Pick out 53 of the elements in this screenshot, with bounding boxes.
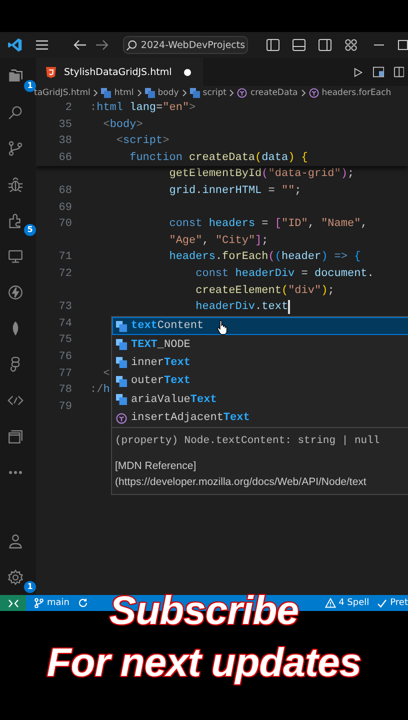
doc-signature: (property) Node.textContent: string | null <box>115 434 381 450</box>
line-number: 66 <box>58 150 72 166</box>
breadcrumb-item[interactable]: html <box>101 88 134 98</box>
overlay-caption: For next updates <box>46 640 362 687</box>
line-number: 75 <box>58 333 72 348</box>
code-line: grid.innerHTML = ""; <box>169 184 302 199</box>
branch-status[interactable]: main <box>34 598 70 608</box>
line-number: 68 <box>58 184 72 199</box>
suggestion-item[interactable]: outerText <box>112 372 408 391</box>
spell-status[interactable]: 4 Spell <box>324 598 370 608</box>
code-line: const headers = ["ID", "Name", <box>169 217 368 232</box>
line-number: 71 <box>58 250 72 266</box>
formatter-status[interactable]: Pret <box>377 598 408 608</box>
breadcrumb-item[interactable]: body <box>144 88 179 98</box>
code-line: <script> <box>116 134 170 150</box>
breadcrumb-item[interactable]: createData <box>237 88 298 98</box>
code-line: :html lang="en"> <box>90 101 196 116</box>
breadcrumb-item[interactable]: taGridJS.html <box>34 88 90 98</box>
code-line: getElementById("data-grid"); <box>169 167 354 182</box>
search-field[interactable]: 2024-WebDevProjects <box>123 36 248 54</box>
line-number: 69 <box>58 200 72 216</box>
suggestion-item[interactable]: textContent <box>112 317 408 336</box>
count-badge: 5 <box>24 224 36 236</box>
code-line: function createData(data) { <box>130 150 308 166</box>
code-line: const headerDiv = document. <box>196 266 374 282</box>
suggestion-item[interactable]: insertAdjacentText <box>112 408 408 428</box>
line-number: 79 <box>58 400 72 415</box>
line-number: 35 <box>58 118 72 133</box>
suggestion-item[interactable]: TEXT_NODE <box>112 335 408 354</box>
code-line: "Age", "City"]; <box>169 234 268 249</box>
line-number: 74 <box>58 316 72 332</box>
code-line: createElement("div"); <box>196 284 334 299</box>
suggestion-item[interactable]: ariaValueText <box>112 390 408 409</box>
line-number: 2 <box>64 101 72 116</box>
line-number: 38 <box>58 134 72 150</box>
code-line: headers.forEach((header) => { <box>169 250 361 266</box>
breadcrumb-item[interactable]: script <box>190 88 226 98</box>
doc-url[interactable]: (https://developer.mozilla.org/docs/Web/API/Node/text <box>115 474 408 490</box>
code-line: :/h <box>90 383 110 398</box>
count-badge: 1 <box>24 581 36 593</box>
code-line: <body> <box>103 118 143 133</box>
line-number: 78 <box>58 383 72 398</box>
doc-link-label: [MDN Reference] <box>115 459 198 474</box>
line-number: 76 <box>58 350 72 365</box>
line-number: 72 <box>58 266 72 282</box>
line-number: 70 <box>58 217 72 232</box>
code-line: < <box>103 366 110 382</box>
editor-tab[interactable]: StylishDataGridJS.html <box>36 58 203 86</box>
line-number: 77 <box>58 366 72 382</box>
code-line: headerDiv.text <box>196 300 288 316</box>
line-number: 73 <box>58 300 72 316</box>
suggestion-item[interactable]: innerText <box>112 354 408 372</box>
breadcrumb-item[interactable]: headers.forEach <box>308 88 392 98</box>
